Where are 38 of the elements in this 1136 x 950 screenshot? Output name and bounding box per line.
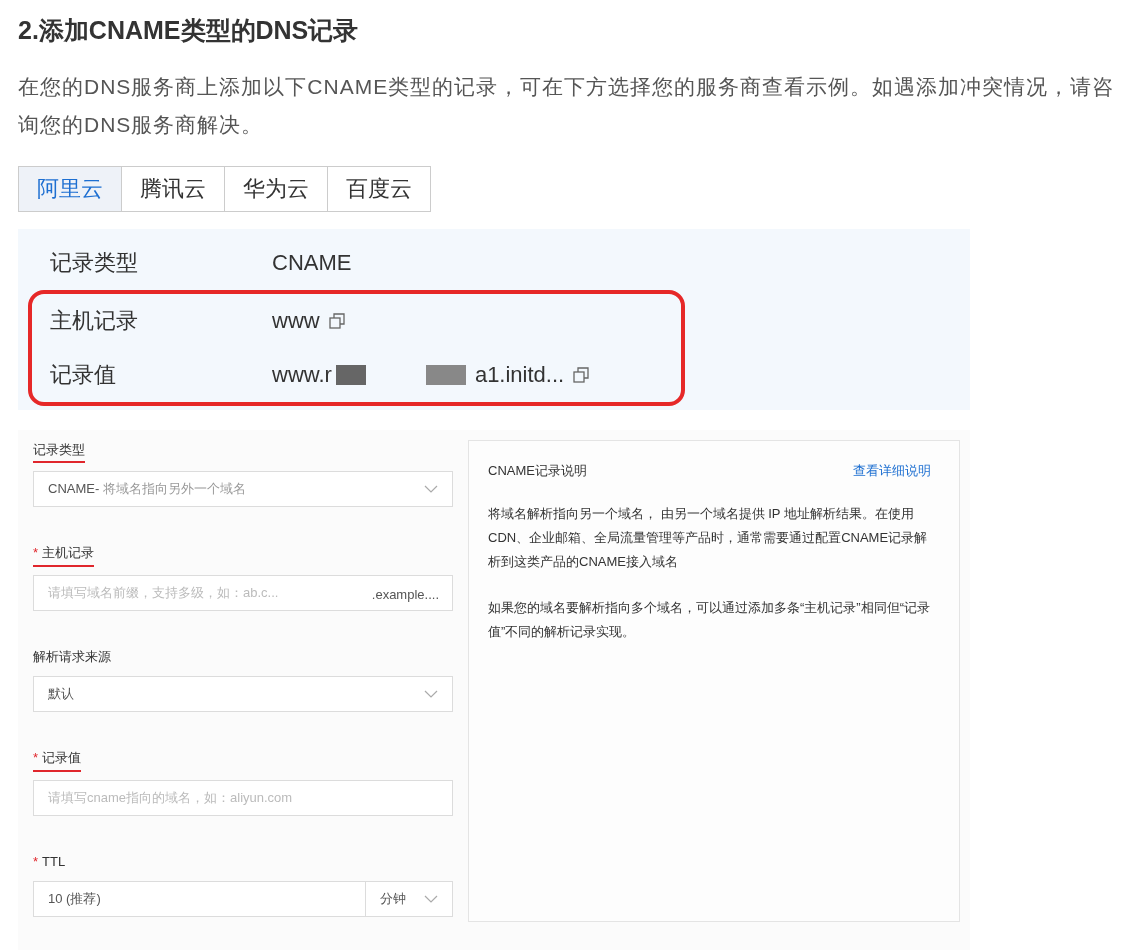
record-value: www.r bbox=[272, 361, 332, 389]
field-label: 主机记录 bbox=[42, 544, 95, 562]
chevron-down-icon bbox=[424, 895, 438, 903]
chevron-down-icon bbox=[424, 485, 438, 493]
provider-tab[interactable]: 华为云 bbox=[224, 165, 328, 212]
required-mark: * bbox=[33, 544, 39, 562]
provider-tab[interactable]: 阿里云 bbox=[18, 165, 122, 212]
provider-tab[interactable]: 百度云 bbox=[327, 165, 431, 212]
field-label: 解析请求来源 bbox=[33, 647, 111, 666]
record-label: 记录类型 bbox=[50, 249, 139, 277]
copy-icon[interactable] bbox=[327, 311, 346, 330]
ttl-input[interactable]: 10 (推荐) bbox=[33, 881, 366, 917]
record-value: www bbox=[272, 307, 320, 335]
field-label: 记录类型 bbox=[33, 440, 85, 459]
provider-tab[interactable]: 腾讯云 bbox=[121, 165, 225, 212]
record-value: a1.initd... bbox=[474, 361, 565, 389]
help-paragraph: 如果您的域名要解析指向多个域名，可以通过添加多条“主机记录”相同但“记录值”不同的解析记录实现。 bbox=[488, 599, 931, 641]
field-label: 记录值 bbox=[42, 749, 82, 767]
domain-suffix: .example.... bbox=[371, 585, 439, 604]
record-value: CNAME bbox=[272, 249, 352, 277]
help-paragraph: 将域名解析指向另一个域名， 由另一个域名提供 IP 地址解析结果。在使用CDN、企业邮箱、全局流量管理等产品时，通常需要通过配置CNAME记录解析到这类产品的CNAME接入域名 bbox=[488, 505, 929, 571]
section-heading: 2.添加CNAME类型的DNS记录 bbox=[18, 15, 360, 46]
record-label: 记录值 bbox=[50, 361, 117, 389]
select-field[interactable]: 默认 bbox=[33, 676, 453, 712]
input-field[interactable]: 请填写cname指向的域名，如：aliyun.com bbox=[33, 779, 453, 816]
select-value: 默认 bbox=[48, 686, 74, 702]
help-title: CNAME记录说明 bbox=[488, 461, 587, 480]
chevron-down-icon bbox=[424, 690, 438, 698]
unit-value: 分钟 bbox=[380, 890, 406, 909]
required-mark: * bbox=[33, 749, 39, 767]
copy-icon[interactable] bbox=[572, 365, 591, 384]
record-label: 主机记录 bbox=[50, 307, 139, 335]
unit-select[interactable]: 分钟 bbox=[366, 881, 453, 917]
required-mark: * bbox=[33, 852, 39, 871]
details-link[interactable]: 查看详细说明 bbox=[853, 460, 931, 480]
select-value: CNAME- bbox=[48, 481, 100, 497]
field-label: TTL bbox=[42, 852, 66, 871]
intro-text: 在您的DNS服务商上添加以下CNAME类型的记录，可在下方选择您的服务商查看示例。如遇添加冲突情况，请咨询您的DNS服务商解决。 bbox=[18, 73, 1116, 138]
